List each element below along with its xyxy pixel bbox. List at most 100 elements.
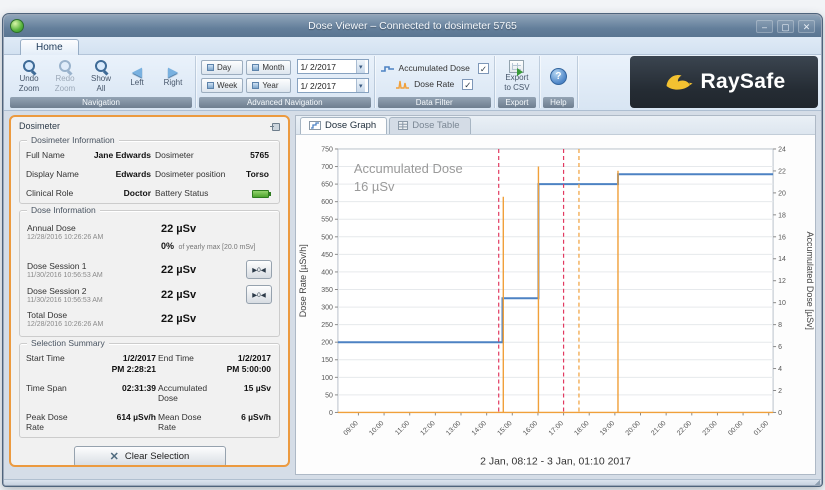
raysafe-logo-text: RaySafe: [701, 70, 786, 94]
show-all-icon: [94, 59, 109, 74]
pan-left-button[interactable]: ◀ Left: [120, 65, 154, 87]
chart-tab-strip: Dose Graph Dose Table: [296, 116, 815, 135]
dropdown-caret-icon[interactable]: ▾: [356, 60, 365, 73]
group-legend: Dose Information: [27, 205, 100, 215]
tab-home[interactable]: Home: [20, 39, 79, 55]
group-legend: Dosimeter Information: [27, 135, 119, 145]
left-tick-label: 500: [321, 234, 333, 241]
export-csv-icon: [509, 60, 524, 73]
field-value: Jane Edwards: [90, 150, 155, 160]
annual-dose-row: Annual Dose 12/28/2016 10:26:26 AM 22 µS…: [26, 220, 273, 257]
plot-area[interactable]: [338, 149, 773, 412]
field-label: Clinical Role: [26, 188, 90, 198]
right-arrow-icon: ▶: [168, 65, 178, 78]
accumulated-dose-filter[interactable]: Accumulated Dose ✓: [380, 63, 489, 74]
group-label-export: Export: [498, 97, 536, 108]
help-icon[interactable]: ?: [550, 68, 567, 85]
left-tick-label: 400: [321, 269, 333, 276]
week-button[interactable]: Week: [201, 78, 243, 93]
tab-dose-table[interactable]: Dose Table: [389, 117, 470, 134]
group-label-navigation: Navigation: [10, 97, 192, 108]
table-icon: [398, 121, 408, 130]
reset-session2-button[interactable]: ▶0◀: [246, 285, 272, 304]
x-tick-label: 23:00: [702, 419, 719, 436]
ribbon-group-navigation: Undo Zoom Redo Zoom Show All ◀ Left: [7, 56, 196, 108]
right-tick-label: 4: [778, 366, 782, 373]
app-logo-icon: [10, 19, 24, 33]
maximize-button[interactable]: ▢: [777, 20, 794, 33]
titlebar[interactable]: Dose Viewer – Connected to dosimeter 576…: [4, 15, 821, 37]
minimize-button[interactable]: –: [756, 20, 773, 33]
x-tick-label: 12:00: [419, 419, 436, 436]
resize-grip[interactable]: [813, 479, 820, 486]
left-tick-label: 150: [321, 357, 333, 364]
dose-rate-checkbox[interactable]: ✓: [462, 79, 473, 90]
group-legend: Selection Summary: [27, 338, 109, 348]
day-button[interactable]: Day: [201, 60, 243, 75]
date-to-picker[interactable]: 1/ 2/2017 ▾: [297, 78, 369, 93]
x-tick-label: 09:00: [343, 419, 360, 436]
right-tick-label: 6: [778, 344, 782, 351]
date-from-picker[interactable]: 1/ 2/2017 ▾: [297, 59, 369, 74]
left-tick-label: 550: [321, 216, 333, 223]
dropdown-caret-icon[interactable]: ▾: [356, 79, 365, 92]
total-dose-row: Total Dose 12/28/2016 10:26:26 AM 22 µSv: [26, 307, 273, 331]
tab-dose-graph[interactable]: Dose Graph: [300, 117, 387, 134]
battery-icon: [252, 190, 269, 198]
redo-zoom-icon: [58, 59, 73, 74]
session1-value: 22 µSv: [161, 264, 196, 276]
dose-rate-filter[interactable]: Dose Rate ✓: [395, 79, 473, 90]
left-tick-label: 600: [321, 199, 333, 206]
field-label: Display Name: [26, 169, 90, 179]
dose-session2-row: Dose Session 2 11/30/2016 10:56:53 AM 22…: [26, 282, 273, 307]
x-tick-label: 13:00: [445, 419, 462, 436]
week-icon: [207, 82, 214, 89]
x-tick-label: 19:00: [599, 419, 616, 436]
field-label: Battery Status: [155, 188, 241, 198]
ribbon-group-help: ? Help: [540, 56, 578, 108]
day-icon: [207, 64, 214, 71]
ribbon-group-data-filter: Accumulated Dose ✓ Dose Rate ✓ Data Filt…: [375, 56, 495, 108]
dose-graph-area[interactable]: 0501001502002503003504004505005506006507…: [296, 135, 815, 474]
mean-dose-rate-value: 6 µSv/h: [226, 412, 273, 422]
redo-zoom-button[interactable]: Redo Zoom: [48, 59, 82, 93]
left-tick-label: 250: [321, 322, 333, 329]
x-axis-title: 2 Jan, 08:12 - 3 Jan, 01:10 2017: [480, 456, 631, 467]
right-tick-label: 18: [778, 212, 786, 219]
x-tick-label: 20:00: [625, 419, 642, 436]
window-title: Dose Viewer – Connected to dosimeter 576…: [4, 20, 821, 32]
pin-icon[interactable]: [270, 122, 280, 131]
ribbon-group-advanced-navigation: Day Month Week Year: [196, 56, 375, 108]
time-span-value: 02:31:39: [82, 383, 158, 393]
close-button[interactable]: ✕: [798, 20, 815, 33]
left-tick-label: 0: [329, 410, 333, 417]
field-label: Full Name: [26, 150, 90, 160]
end-time-value: 1/2/2017PM 5:00:00: [226, 353, 273, 374]
raysafe-logo: RaySafe: [630, 56, 818, 108]
month-button[interactable]: Month: [246, 60, 290, 75]
x-tick-label: 15:00: [496, 419, 513, 436]
ribbon-tab-row: Home: [4, 37, 821, 55]
right-tick-label: 24: [778, 146, 786, 153]
year-button[interactable]: Year: [246, 78, 290, 93]
raysafe-bird-icon: [663, 71, 693, 94]
accumulated-dose-checkbox[interactable]: ✓: [478, 63, 489, 74]
window-controls: – ▢ ✕: [756, 20, 815, 33]
total-dose-value: 22 µSv: [161, 313, 196, 325]
dose-information-group: Dose Information Annual Dose 12/28/2016 …: [19, 210, 280, 337]
show-all-button[interactable]: Show All: [84, 59, 118, 93]
accumulated-dose-value: 15 µSv: [226, 383, 273, 393]
left-tick-label: 350: [321, 287, 333, 294]
undo-zoom-button[interactable]: Undo Zoom: [12, 59, 46, 93]
dosimeter-panel: Dosimeter Dosimeter Information Full Nam…: [9, 115, 290, 467]
dose-chart[interactable]: 0501001502002503003504004505005506006507…: [296, 135, 815, 474]
clear-selection-button[interactable]: ✕ Clear Selection: [74, 446, 226, 467]
left-tick-label: 200: [321, 339, 333, 346]
field-value: 5765: [241, 150, 273, 160]
export-csv-button[interactable]: Export to CSV: [500, 60, 534, 92]
pan-right-button[interactable]: ▶ Right: [156, 65, 190, 87]
field-label: Dosimeter position: [155, 169, 241, 179]
dose-session1-row: Dose Session 1 11/30/2016 10:56:53 AM 22…: [26, 257, 273, 282]
reset-session1-button[interactable]: ▶0◀: [246, 260, 272, 279]
right-tick-label: 16: [778, 234, 786, 241]
